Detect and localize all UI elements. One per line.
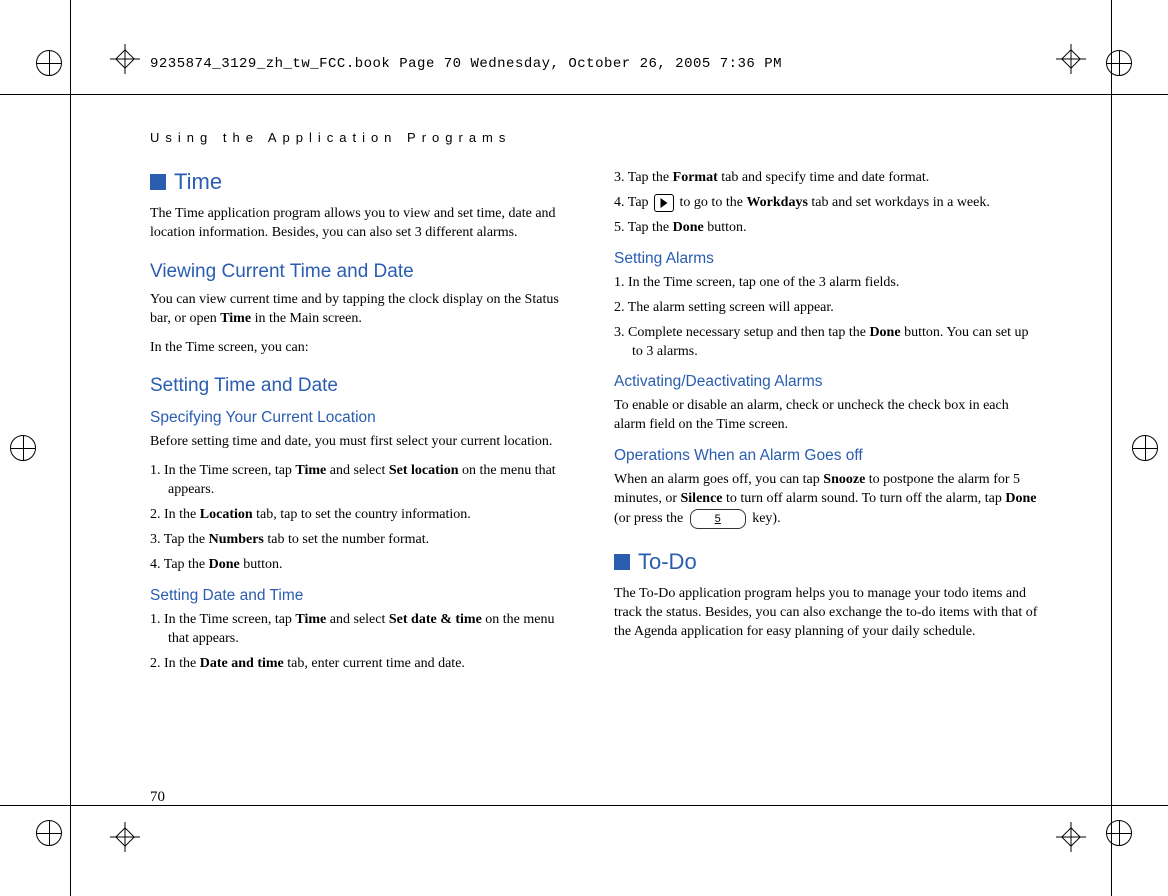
page-content: Using the Application Programs Time The …: [150, 130, 1038, 806]
text-span: 3. Tap the: [150, 532, 209, 547]
text-span: 2. In the: [150, 656, 200, 671]
subheading-setting-time-date: Setting Time and Date: [150, 375, 574, 397]
text-span: 1. In the Time screen, tap: [150, 612, 295, 627]
text-span: tab, enter current time and date.: [284, 656, 465, 671]
text-span: 4. Tap: [614, 195, 652, 210]
list-item: 4. Tap to go to the Workdays tab and set…: [614, 194, 1038, 213]
registration-mark-br: [1106, 820, 1132, 846]
crop-cross-bottom-right: [1056, 822, 1086, 852]
alarm-operations-p: When an alarm goes off, you can tap Snoo…: [614, 471, 1038, 529]
text-span: 3. Tap the: [614, 170, 673, 185]
list-item: 1. In the Time screen, tap Time and sele…: [150, 611, 574, 649]
list-item: 3. Tap the Format tab and specify time a…: [614, 169, 1038, 188]
rule-top: [0, 94, 1168, 95]
list-item: 2. In the Date and time tab, enter curre…: [150, 655, 574, 674]
text-span: 5. Tap the: [614, 220, 673, 235]
registration-mark-bl: [36, 820, 62, 846]
subsub-alarm-operations: Operations When an Alarm Goes off: [614, 447, 1038, 465]
bold-term: Set date & time: [389, 612, 482, 627]
text-span: 1. In the Time screen, tap: [150, 463, 295, 478]
text-span: tab and specify time and date format.: [718, 170, 929, 185]
text-span: in the Main screen.: [251, 311, 362, 326]
bold-term: Silence: [681, 491, 723, 506]
bold-term-time: Time: [220, 311, 251, 326]
date-time-steps-continued: 3. Tap the Format tab and specify time a…: [614, 169, 1038, 238]
crop-cross-bottom-left: [110, 822, 140, 852]
list-item: 1. In the Time screen, tap Time and sele…: [150, 462, 574, 500]
arrow-right-icon: [654, 194, 674, 212]
bold-term: Time: [295, 463, 326, 478]
text-span: tab to set the number format.: [264, 532, 429, 547]
running-head: Using the Application Programs: [150, 130, 1038, 145]
registration-mark-mr: [1132, 435, 1158, 461]
text-span: key).: [749, 511, 781, 526]
alarms-steps: 1. In the Time screen, tap one of the 3 …: [614, 274, 1038, 362]
key-5-icon: 5: [690, 509, 746, 529]
list-item: 3. Tap the Numbers tab to set the number…: [150, 531, 574, 550]
text-span: When an alarm goes off, you can tap: [614, 472, 823, 487]
column-right: 3. Tap the Format tab and specify time a…: [614, 169, 1038, 679]
todo-intro: The To-Do application program helps you …: [614, 585, 1038, 642]
registration-mark-tl: [36, 50, 62, 76]
bold-term: Format: [673, 170, 718, 185]
bold-term: Date and time: [200, 656, 284, 671]
bold-term: Done: [1005, 491, 1036, 506]
viewing-p2: In the Time screen, you can:: [150, 339, 574, 358]
section-heading-time-label: Time: [174, 169, 222, 195]
text-span: tab, tap to set the country information.: [253, 507, 471, 522]
text-span: 2. In the: [150, 507, 200, 522]
list-item: 1. In the Time screen, tap one of the 3 …: [614, 274, 1038, 293]
list-item: 3. Complete necessary setup and then tap…: [614, 324, 1038, 362]
bold-term: Done: [869, 325, 900, 340]
page-number: 70: [150, 789, 165, 806]
column-left: Time The Time application program allows…: [150, 169, 574, 679]
text-span: button.: [240, 557, 283, 572]
bold-term: Workdays: [746, 195, 807, 210]
crop-cross-top-left: [110, 44, 140, 74]
section-heading-time: Time: [150, 169, 574, 195]
square-bullet-icon: [150, 174, 166, 190]
location-intro: Before setting time and date, you must f…: [150, 433, 574, 452]
text-span: and select: [326, 612, 389, 627]
text-span: to go to the: [676, 195, 746, 210]
time-intro: The Time application program allows you …: [150, 205, 574, 243]
text-span: button.: [704, 220, 747, 235]
text-span: (or press the: [614, 511, 687, 526]
text-span: tab and set workdays in a week.: [808, 195, 990, 210]
bold-term: Done: [673, 220, 704, 235]
text-span: 3. Complete necessary setup and then tap…: [614, 325, 869, 340]
viewing-p1: You can view current time and by tapping…: [150, 291, 574, 329]
activating-p: To enable or disable an alarm, check or …: [614, 397, 1038, 435]
bold-term: Set location: [389, 463, 459, 478]
bold-term: Done: [209, 557, 240, 572]
registration-mark-tr: [1106, 50, 1132, 76]
bold-term: Location: [200, 507, 253, 522]
text-span: and select: [326, 463, 389, 478]
list-item: 2. The alarm setting screen will appear.: [614, 299, 1038, 318]
bold-term: Numbers: [209, 532, 264, 547]
subsub-setting-alarms: Setting Alarms: [614, 250, 1038, 268]
book-header: 9235874_3129_zh_tw_FCC.book Page 70 Wedn…: [150, 56, 782, 72]
list-item: 5. Tap the Done button.: [614, 219, 1038, 238]
rule-left: [70, 0, 71, 896]
list-item: 2. In the Location tab, tap to set the c…: [150, 506, 574, 525]
section-heading-todo: To-Do: [614, 549, 1038, 575]
text-span: to turn off alarm sound. To turn off the…: [723, 491, 1006, 506]
rule-right: [1111, 0, 1112, 896]
subsub-specifying-location: Specifying Your Current Location: [150, 409, 574, 427]
two-column-layout: Time The Time application program allows…: [150, 169, 1038, 679]
crop-cross-top-right: [1056, 44, 1086, 74]
date-time-steps: 1. In the Time screen, tap Time and sele…: [150, 611, 574, 674]
registration-mark-ml: [10, 435, 36, 461]
bold-term: Time: [295, 612, 326, 627]
subsub-setting-date-time: Setting Date and Time: [150, 587, 574, 605]
square-bullet-icon: [614, 554, 630, 570]
location-steps: 1. In the Time screen, tap Time and sele…: [150, 462, 574, 574]
section-heading-todo-label: To-Do: [638, 549, 697, 575]
bold-term: Snooze: [823, 472, 865, 487]
subsub-activating-alarms: Activating/Deactivating Alarms: [614, 373, 1038, 391]
list-item: 4. Tap the Done button.: [150, 556, 574, 575]
text-span: 4. Tap the: [150, 557, 209, 572]
subheading-viewing-time-date: Viewing Current Time and Date: [150, 261, 574, 283]
